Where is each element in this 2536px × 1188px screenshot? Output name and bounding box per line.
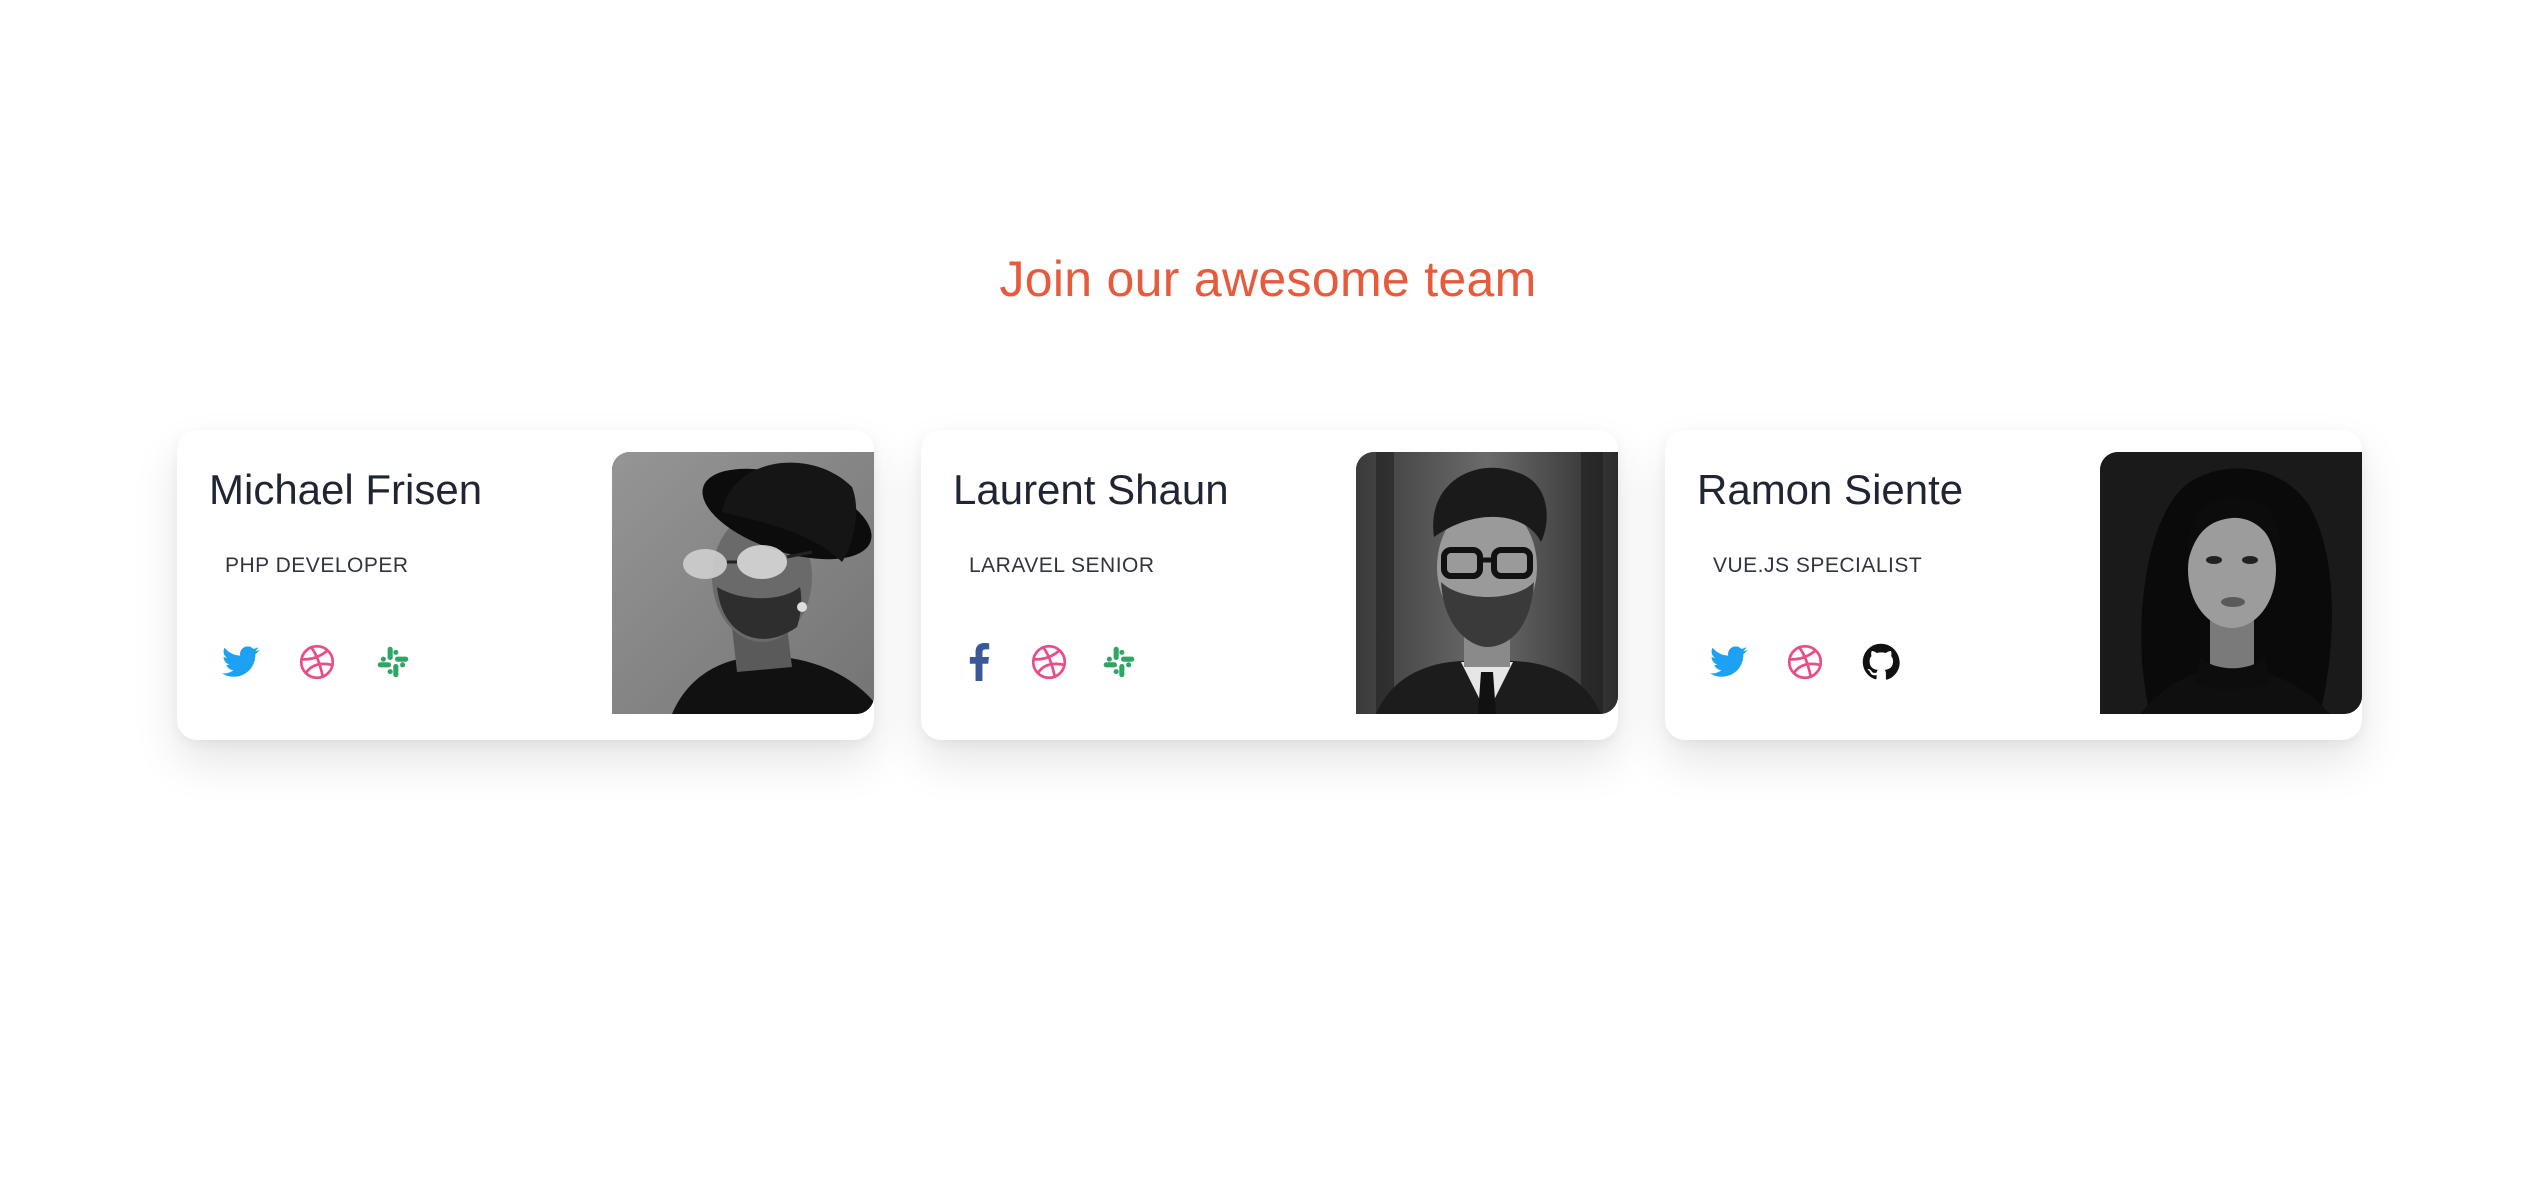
- member-name: Michael Frisen: [209, 466, 483, 513]
- dribbble-icon[interactable]: [297, 642, 337, 682]
- member-name: Laurent Shaun: [953, 466, 1229, 513]
- member-name: Ramon Siente: [1697, 466, 1964, 513]
- section-title: Join our awesome team: [999, 251, 1537, 307]
- slack-icon[interactable]: [373, 642, 413, 682]
- dribbble-icon[interactable]: [1785, 642, 1825, 682]
- team-card-ramon-siente: Ramon Siente VUE.JS SPECIALIST: [1665, 430, 2362, 740]
- man-with-glasses-photo: [1356, 452, 1618, 714]
- member-role: VUE.JS SPECIALIST: [1713, 554, 1923, 577]
- social-links: [1709, 642, 1901, 682]
- woman-portrait-photo: [2100, 452, 2362, 714]
- twitter-icon[interactable]: [1709, 642, 1749, 682]
- facebook-icon[interactable]: [959, 642, 999, 682]
- team-card-laurent-shaun: Laurent Shaun LARAVEL SENIOR: [921, 430, 1618, 740]
- member-role: PHP DEVELOPER: [225, 554, 409, 577]
- member-role: LARAVEL SENIOR: [969, 554, 1155, 577]
- slack-icon[interactable]: [1099, 642, 1139, 682]
- social-links: [959, 642, 1139, 682]
- dribbble-icon[interactable]: [1029, 642, 1069, 682]
- github-icon[interactable]: [1861, 642, 1901, 682]
- team-card-michael-frisen: Michael Frisen PHP DEVELOPER: [177, 430, 874, 740]
- social-links: [221, 642, 413, 682]
- man-with-hat-and-sunglasses-photo: [612, 452, 874, 714]
- twitter-icon[interactable]: [221, 642, 261, 682]
- team-section: Join our awesome team Michael Frisen PHP…: [0, 0, 2536, 1188]
